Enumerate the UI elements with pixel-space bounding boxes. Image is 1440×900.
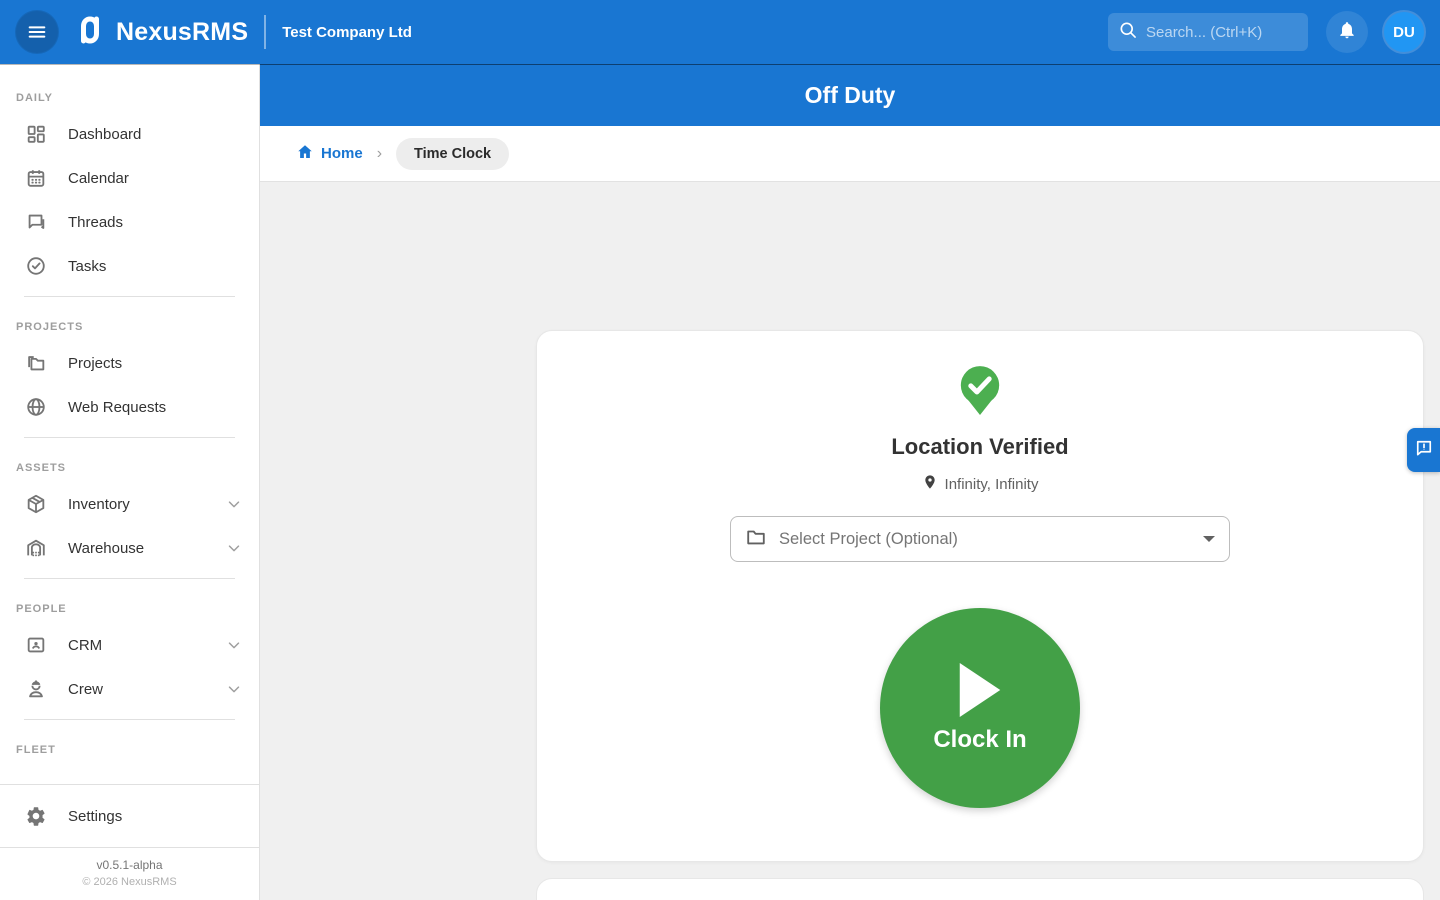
- company-name: Test Company Ltd: [282, 24, 412, 41]
- chevron-down-icon: [225, 495, 243, 513]
- avatar[interactable]: DU: [1384, 12, 1424, 52]
- app-window: NexusRMS Test Company Ltd DU DAILY Das: [0, 0, 1440, 900]
- hamburger-icon: [26, 21, 48, 43]
- app-version: v0.5.1-alpha: [0, 858, 259, 872]
- dropdown-caret-icon: [1203, 536, 1215, 542]
- duty-status-banner: Off Duty: [260, 64, 1440, 126]
- chevron-down-icon: [225, 680, 243, 698]
- page-content: Location Verified Infinity, Infinity Sel…: [260, 182, 1440, 900]
- sidebar-section-assets: ASSETS: [0, 446, 259, 482]
- sidebar-divider: [24, 719, 235, 720]
- duty-status-text: Off Duty: [805, 82, 896, 109]
- todays-summary-card: Today's Summary: [536, 878, 1424, 900]
- sidebar-section-people: PEOPLE: [0, 587, 259, 623]
- task-check-icon: [24, 254, 48, 278]
- breadcrumb-current: Time Clock: [396, 138, 509, 170]
- bell-icon: [1337, 20, 1357, 45]
- crew-worker-icon: [24, 677, 48, 701]
- clock-in-button[interactable]: Clock In: [880, 608, 1080, 808]
- breadcrumb-separator-icon: ›: [377, 145, 382, 163]
- feedback-chat-icon: [1414, 438, 1434, 463]
- home-icon: [296, 143, 314, 165]
- sidebar-item-dashboard[interactable]: Dashboard: [0, 112, 259, 156]
- menu-button[interactable]: [16, 11, 58, 53]
- main-content: Off Duty Home › Time Clock: [260, 64, 1440, 900]
- sidebar-item-crew[interactable]: Crew: [0, 667, 259, 711]
- contact-badge-icon: [24, 633, 48, 657]
- sidebar-divider: [24, 296, 235, 297]
- dashboard-icon: [24, 122, 48, 146]
- top-app-bar: NexusRMS Test Company Ltd DU: [0, 0, 1440, 64]
- search-input[interactable]: [1146, 24, 1298, 41]
- copyright: © 2026 NexusRMS: [0, 876, 259, 888]
- feedback-button[interactable]: [1407, 428, 1440, 472]
- calendar-icon: [24, 166, 48, 190]
- location-coordinates: Infinity, Infinity: [922, 474, 1039, 494]
- chevron-down-icon: [225, 539, 243, 557]
- location-verified-pin-icon: [957, 365, 1003, 422]
- sidebar-footer: v0.5.1-alpha © 2026 NexusRMS: [0, 847, 259, 900]
- chat-threads-icon: [24, 210, 48, 234]
- project-select[interactable]: Select Project (Optional): [730, 516, 1230, 562]
- gear-icon: [24, 804, 48, 828]
- brand-logo[interactable]: NexusRMS: [74, 14, 248, 51]
- nexusrms-logo-icon: [74, 14, 106, 51]
- sidebar-section-daily: DAILY: [0, 76, 259, 112]
- sidebar-item-calendar[interactable]: Calendar: [0, 156, 259, 200]
- sidebar-item-web-requests[interactable]: Web Requests: [0, 385, 259, 429]
- globe-icon: [24, 395, 48, 419]
- sidebar-divider: [24, 437, 235, 438]
- sidebar-item-crm[interactable]: CRM: [0, 623, 259, 667]
- sidebar-section-projects: PROJECTS: [0, 305, 259, 341]
- breadcrumb: Home › Time Clock: [260, 126, 1440, 182]
- topbar-divider: [264, 15, 266, 49]
- sidebar-divider: [24, 578, 235, 579]
- sidebar-item-settings[interactable]: Settings: [0, 785, 259, 847]
- sidebar-item-projects[interactable]: Projects: [0, 341, 259, 385]
- chevron-down-icon: [225, 636, 243, 654]
- sidebar-item-warehouse[interactable]: Warehouse: [0, 526, 259, 570]
- search-icon: [1118, 20, 1138, 45]
- time-clock-card: Location Verified Infinity, Infinity Sel…: [536, 330, 1424, 862]
- global-search[interactable]: [1108, 13, 1308, 51]
- location-status-title: Location Verified: [891, 434, 1068, 460]
- sidebar: DAILY Dashboard Calendar Threads: [0, 64, 260, 900]
- folder-icon: [745, 526, 767, 553]
- brand-name: NexusRMS: [116, 18, 248, 47]
- folder-icon: [24, 351, 48, 375]
- sidebar-section-fleet: FLEET: [0, 728, 259, 764]
- sidebar-item-threads[interactable]: Threads: [0, 200, 259, 244]
- play-icon: [957, 663, 1003, 720]
- breadcrumb-home-link[interactable]: Home: [296, 143, 363, 165]
- package-icon: [24, 492, 48, 516]
- project-select-value: Select Project (Optional): [779, 530, 1191, 549]
- location-pin-icon: [922, 474, 938, 494]
- notifications-button[interactable]: [1326, 11, 1368, 53]
- sidebar-bottom-panel: Settings v0.5.1-alpha © 2026 NexusRMS: [0, 784, 259, 900]
- sidebar-item-inventory[interactable]: Inventory: [0, 482, 259, 526]
- warehouse-icon: [24, 536, 48, 560]
- sidebar-item-tasks[interactable]: Tasks: [0, 244, 259, 288]
